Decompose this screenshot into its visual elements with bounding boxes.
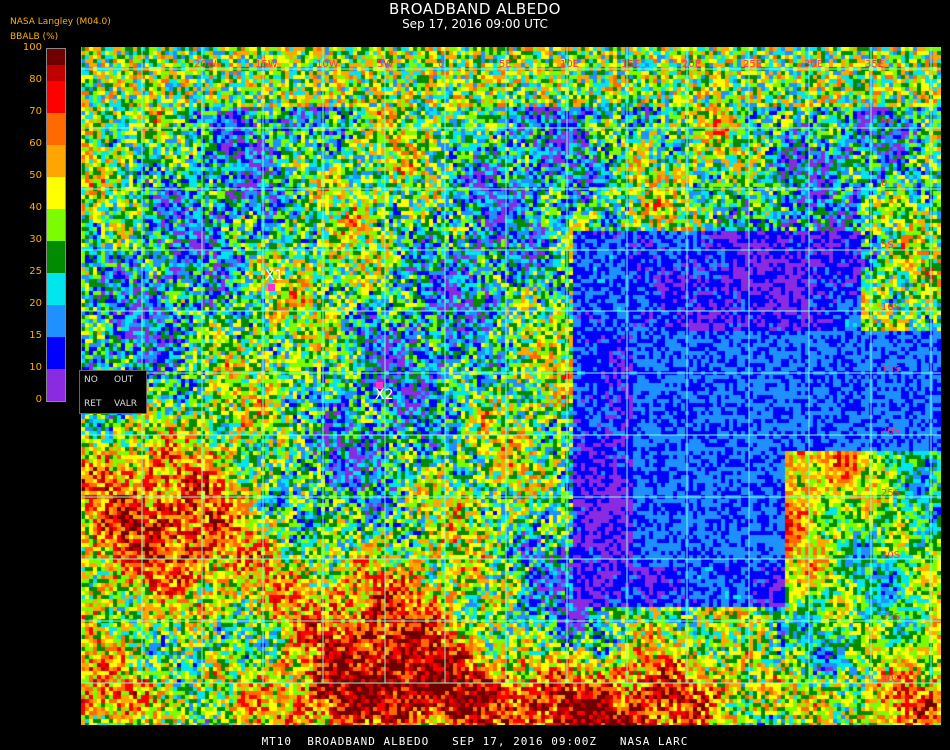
colorbar-band xyxy=(47,209,65,241)
colorbar-band xyxy=(47,145,65,177)
credit-label: NASA Langley (M04.0) xyxy=(10,17,111,27)
latitude-label: 10S xyxy=(881,302,900,313)
longitude-label: 15W xyxy=(255,59,278,70)
latitude-label: 40S xyxy=(881,674,900,685)
latitude-label: 20S xyxy=(881,426,900,437)
latitude-label: 35S xyxy=(881,612,900,623)
colorbar-band xyxy=(47,337,65,369)
legend-ret: RET xyxy=(84,399,102,409)
longitude-label: 30E xyxy=(804,59,823,70)
colorbar-band xyxy=(47,241,65,273)
colorbar-tick-label: 80 xyxy=(29,74,42,85)
colorbar-band xyxy=(47,273,65,305)
longitude-label: 5E xyxy=(499,59,512,70)
longitude-label: 35E xyxy=(865,59,884,70)
latitude-label: 5S xyxy=(881,240,894,251)
longitude-label: 5W xyxy=(377,59,393,70)
colorbar-tick-label: 50 xyxy=(29,170,42,181)
latitude-label: 5N xyxy=(881,116,895,127)
colorbar-tick-label: 25 xyxy=(29,266,42,277)
longitude-label: 15E xyxy=(621,59,640,70)
longitude-label: 20E xyxy=(682,59,701,70)
albedo-map: 20W 15W 10W 5W 0 5E 10E 15E 20E 25E 30E 35E 5N 0 5S 10S… xyxy=(81,47,941,725)
colorbar-band xyxy=(47,305,65,337)
lat-lon-grid: 20W 15W 10W 5W 0 5E 10E 15E 20E 25E 30E 35E 5N 0 5S 10S… xyxy=(81,47,941,685)
colorbar-band xyxy=(47,81,65,113)
colorbar-tick-label: 100 xyxy=(22,42,42,53)
colorbar-tick-label: 40 xyxy=(29,202,42,213)
map-timestamp: Sep 17, 2016 09:00 UTC xyxy=(402,17,548,31)
colorbar-band xyxy=(47,49,65,65)
colorbar-tick-label: 30 xyxy=(29,234,42,245)
marker-x1-dot xyxy=(268,284,275,291)
colorbar-band xyxy=(47,177,65,209)
colorbar-tick-label: 15 xyxy=(29,330,42,341)
legend-no: NO xyxy=(84,375,98,385)
longitude-label: 0 xyxy=(438,59,444,70)
colorbar-tick-label: 60 xyxy=(29,138,42,149)
longitude-label: 25E xyxy=(743,59,762,70)
colorbar-unit-label: BBALB (%) xyxy=(10,32,59,42)
colorbar-band xyxy=(47,369,65,401)
colorbar-tick-label: 10 xyxy=(29,362,42,373)
latitude-label: 30S xyxy=(881,550,900,561)
colorbar xyxy=(46,48,66,402)
marker-x1-label: X1 xyxy=(265,268,284,284)
footer-caption: MT10 BROADBAND ALBEDO SEP 17, 2016 09:00… xyxy=(261,735,689,748)
colorbar-tick-label: 0 xyxy=(35,394,42,405)
marker-x2-label: X2 xyxy=(375,387,394,403)
legend-valr: VALR xyxy=(114,399,138,409)
map-title: BROADBAND ALBEDO xyxy=(389,0,561,18)
legend-out: OUT xyxy=(114,375,134,385)
longitude-label: 20W xyxy=(194,59,217,70)
longitude-label: 10E xyxy=(560,59,579,70)
colorbar-tick-label: 70 xyxy=(29,106,42,117)
missing-data-legend: NO OUT RET VALR xyxy=(79,370,147,414)
latitude-label: 25S xyxy=(881,488,900,499)
colorbar-band xyxy=(47,65,65,81)
latitude-label: 0 xyxy=(881,178,887,189)
longitude-label: 10W xyxy=(316,59,339,70)
colorbar-tick-label: 20 xyxy=(29,298,42,309)
colorbar-band xyxy=(47,113,65,145)
latitude-label: 15S xyxy=(881,364,900,375)
